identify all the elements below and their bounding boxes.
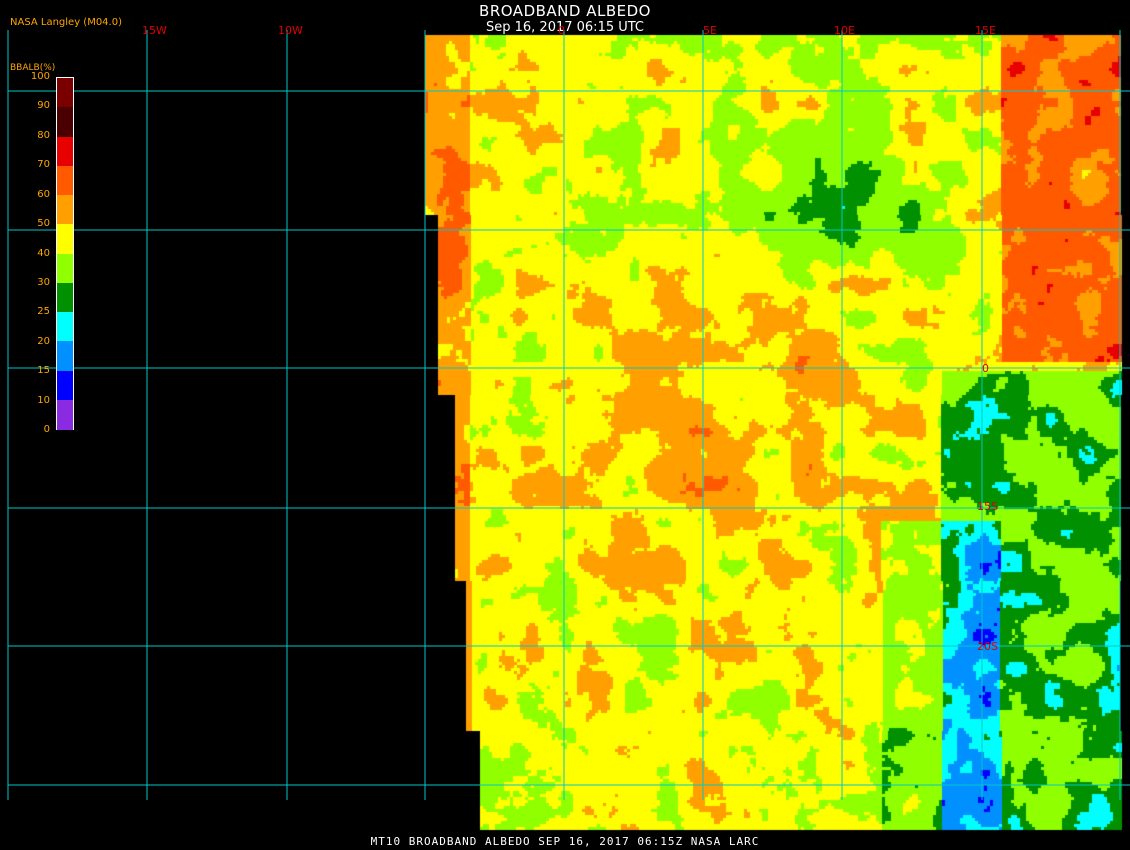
colorbar-segment: [57, 399, 73, 430]
colorbar-segment: [57, 107, 73, 137]
colorbar-segment: [57, 224, 73, 254]
colorbar-tick-label: 100: [30, 71, 50, 82]
colorbar-tick-label: 60: [37, 188, 50, 200]
colorbar-tick-label: 90: [37, 100, 50, 112]
colorbar-tick-label: 15: [37, 365, 50, 377]
colorbar-segment: [57, 253, 73, 284]
colorbar-tick-label: 40: [37, 247, 50, 259]
colorbar-segment: [57, 136, 73, 167]
colorbar-tick-label: 0: [43, 424, 50, 435]
longitude-label: 15E: [975, 24, 996, 37]
colorbar-segment: [57, 341, 73, 371]
latitude-label: 0: [982, 362, 989, 375]
colorbar-tick-label: 25: [37, 306, 50, 318]
colorbar-segment: [57, 78, 73, 108]
colorbar-segment: [57, 312, 73, 342]
colorbar-tick-label: 20: [37, 335, 50, 347]
colorbar-tick-label: 30: [37, 276, 50, 288]
lat-lon-grid: [7, 30, 1130, 800]
latitude-label: 15S: [977, 500, 998, 513]
colorbar-segment: [57, 370, 73, 401]
colorbar: [56, 77, 74, 430]
colorbar-segment: [57, 165, 73, 196]
map-datetime: Sep 16, 2017 06:15 UTC: [485, 20, 645, 35]
colorbar-segment: [57, 282, 73, 313]
colorbar-tick-label: 70: [37, 159, 50, 171]
colorbar-tick-label: 10: [37, 394, 50, 406]
colorbar-segment: [57, 195, 73, 225]
producer-label: NASA Langley (M04.0): [10, 17, 122, 28]
longitude-label: 15W: [142, 24, 167, 37]
longitude-label: 5E: [703, 24, 717, 37]
map-title: BROADBAND ALBEDO: [479, 2, 651, 20]
colorbar-tick-label: 50: [37, 218, 50, 230]
footer-caption: MT10 BROADBAND ALBEDO SEP 16, 2017 06:15…: [370, 835, 760, 848]
longitude-label: 10E: [834, 24, 855, 37]
colorbar-tick-label: 80: [37, 129, 50, 141]
latitude-label: 20S: [977, 640, 998, 653]
albedo-map-viewer: BROADBAND ALBEDO Sep 16, 2017 06:15 UTC …: [0, 0, 1130, 850]
longitude-label: 0: [558, 24, 565, 37]
longitude-label: 10W: [278, 24, 303, 37]
